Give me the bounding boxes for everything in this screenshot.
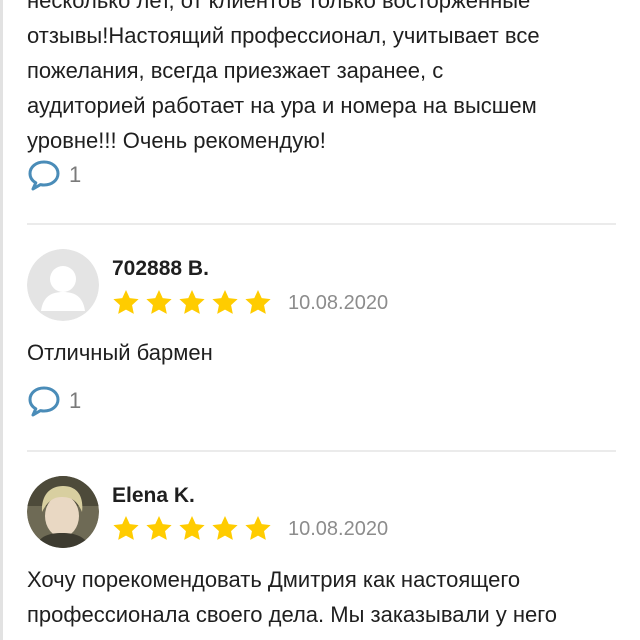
comment-count: 1 bbox=[69, 162, 82, 187]
review-author[interactable]: 702888 В. bbox=[112, 257, 209, 281]
review-date: 10.08.2020 bbox=[288, 518, 389, 540]
rating-stars bbox=[112, 289, 272, 317]
star-icon bbox=[113, 290, 139, 314]
speech-bubble-icon bbox=[28, 386, 60, 417]
review-text: Хочу порекомендовать Дмитрия как настоящ… bbox=[27, 567, 558, 640]
user-photo-icon bbox=[27, 476, 99, 548]
star-icon bbox=[245, 516, 271, 540]
star-icon bbox=[179, 516, 205, 540]
star-icon bbox=[146, 516, 172, 540]
rating-stars bbox=[112, 515, 272, 543]
review-author[interactable]: Elena K. bbox=[112, 484, 195, 508]
review-text: несколько лет, от клиентов только востор… bbox=[27, 0, 540, 153]
star-icon bbox=[212, 290, 238, 314]
star-icon bbox=[146, 290, 172, 314]
comments-button[interactable]: 1 bbox=[27, 158, 81, 192]
avatar[interactable] bbox=[27, 249, 99, 321]
comments-button[interactable]: 1 bbox=[27, 384, 81, 418]
speech-bubble-icon bbox=[28, 160, 60, 191]
avatar[interactable] bbox=[27, 476, 99, 548]
star-icon bbox=[113, 516, 139, 540]
divider bbox=[27, 223, 616, 225]
star-icon bbox=[179, 290, 205, 314]
comment-count: 1 bbox=[69, 388, 82, 413]
divider bbox=[27, 450, 616, 452]
default-avatar-icon bbox=[27, 249, 99, 321]
star-icon bbox=[245, 290, 271, 314]
review-date: 10.08.2020 bbox=[288, 292, 389, 314]
left-scroll-edge bbox=[0, 0, 3, 640]
reviews-page: несколько лет, от клиентов только востор… bbox=[0, 0, 640, 640]
star-icon bbox=[212, 516, 238, 540]
review-text: Отличный бармен bbox=[27, 340, 213, 365]
